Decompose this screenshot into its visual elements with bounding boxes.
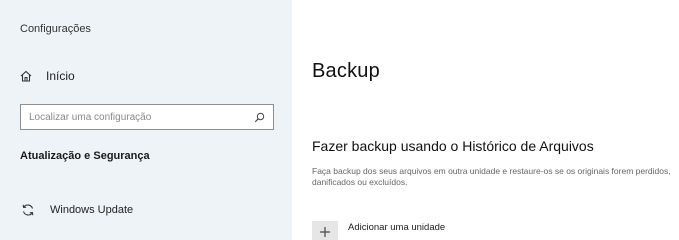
sidebar-section-header: Atualização e Segurança bbox=[20, 150, 150, 162]
page-title: Backup bbox=[312, 60, 380, 82]
sidebar-item-windows-update[interactable]: Windows Update bbox=[20, 200, 133, 220]
sidebar-item-label: Windows Update bbox=[50, 204, 134, 216]
search-input[interactable] bbox=[29, 111, 253, 123]
section-description: Faça backup dos seus arquivos em outra u… bbox=[312, 166, 671, 187]
sidebar: Configurações Início Atualização e Segur… bbox=[0, 0, 292, 240]
section-title: Fazer backup usando o Histórico de Arqui… bbox=[312, 138, 594, 154]
search-icon[interactable] bbox=[253, 111, 265, 123]
search-field[interactable] bbox=[20, 104, 274, 130]
app-title: Configurações bbox=[20, 23, 91, 35]
add-drive-button[interactable] bbox=[312, 221, 338, 240]
plus-icon bbox=[319, 225, 331, 240]
settings-window: Configurações Início Atualização e Segur… bbox=[0, 0, 679, 240]
sync-icon bbox=[20, 202, 36, 218]
sidebar-item-home[interactable]: Início bbox=[18, 66, 75, 86]
add-drive-label[interactable]: Adicionar uma unidade bbox=[348, 222, 445, 233]
home-icon bbox=[18, 68, 34, 84]
main-content: Backup Fazer backup usando o Histórico d… bbox=[292, 0, 679, 240]
sidebar-item-label: Início bbox=[46, 69, 75, 83]
